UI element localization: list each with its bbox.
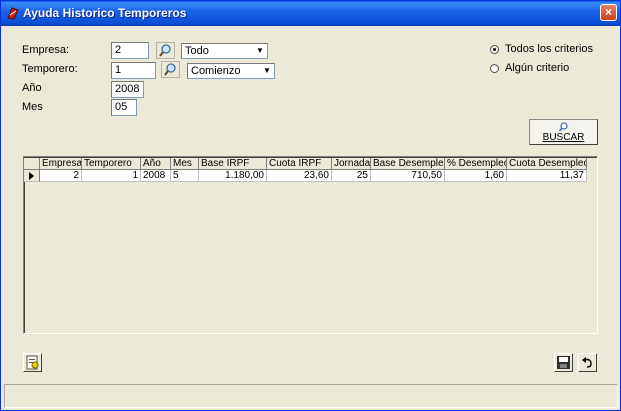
main-window: Ayuda Historico Temporeros × Empresa: 2 … — [0, 0, 621, 411]
grid-cell[interactable]: 11,37 — [507, 170, 587, 182]
empresa-input[interactable]: 2 — [111, 42, 149, 59]
temporero-filter-select[interactable]: Comienzo ▼ — [187, 63, 275, 79]
radio-algun-label: Algún criterio — [505, 62, 570, 74]
window-title: Ayuda Historico Temporeros — [23, 6, 187, 20]
chevron-down-icon[interactable]: ▼ — [261, 65, 273, 77]
grid-header-cell[interactable]: Cuota IRPF — [267, 158, 332, 170]
table-row[interactable]: 2 1 2008 5 1.180,00 23,60 25 710,50 1,60… — [24, 170, 587, 182]
grid-cell[interactable]: 1.180,00 — [199, 170, 267, 182]
help-button[interactable] — [23, 353, 42, 372]
radio-algun-criterio[interactable]: Algún criterio — [490, 62, 569, 74]
magnifier-icon — [164, 63, 176, 76]
magnifier-icon — [558, 122, 568, 132]
radio-todos-label: Todos los criterios — [505, 43, 594, 55]
mes-input[interactable]: 05 — [111, 99, 137, 116]
temporero-search-button[interactable] — [161, 61, 180, 78]
grid-cell[interactable]: 23,60 — [267, 170, 332, 182]
grid-header-row: Empresa Temporero Año Mes Base IRPF Cuot… — [24, 158, 587, 170]
close-button[interactable]: × — [600, 4, 617, 21]
temporero-label: Temporero: — [22, 63, 78, 75]
buscar-label: BUSCAR — [542, 132, 585, 143]
grid-header-indicator — [24, 158, 40, 170]
results-grid[interactable]: Empresa Temporero Año Mes Base IRPF Cuot… — [23, 156, 598, 334]
undo-button[interactable] — [578, 353, 597, 372]
grid-header-cell[interactable]: Base IRPF — [199, 158, 267, 170]
radio-selected-icon[interactable] — [490, 44, 499, 54]
empresa-search-button[interactable] — [156, 42, 175, 59]
grid-cell[interactable]: 1 — [82, 170, 141, 182]
anio-label: Año — [22, 82, 42, 94]
grid-cell[interactable]: 1,60 — [445, 170, 507, 182]
grid-cell[interactable]: 5 — [171, 170, 199, 182]
anio-input[interactable]: 2008 — [111, 81, 144, 98]
grid-cell[interactable]: 2008 — [141, 170, 171, 182]
grid-header-cell[interactable]: Base Desempleo — [371, 158, 445, 170]
undo-arrow-icon — [582, 357, 592, 368]
chevron-down-icon[interactable]: ▼ — [254, 45, 266, 57]
grid-header-cell[interactable]: Jornadas — [332, 158, 371, 170]
close-icon: × — [604, 5, 612, 19]
empresa-filter-select[interactable]: Todo ▼ — [181, 43, 268, 59]
row-pointer-icon — [29, 172, 34, 180]
grid-header-cell[interactable]: Temporero — [82, 158, 141, 170]
grid-header-cell[interactable]: Empresa — [40, 158, 82, 170]
help-document-icon — [26, 355, 39, 370]
grid-cell[interactable]: 710,50 — [371, 170, 445, 182]
temporero-filter-value: Comienzo — [191, 65, 241, 77]
app-icon — [7, 7, 19, 20]
grid-header-cell[interactable]: % Desempleo — [445, 158, 507, 170]
row-indicator[interactable] — [24, 170, 40, 182]
temporero-input[interactable]: 1 — [111, 62, 156, 79]
radio-unselected-icon[interactable] — [490, 63, 499, 73]
grid-header-cell[interactable]: Año — [141, 158, 171, 170]
magnifier-icon — [159, 44, 171, 57]
radio-todos-criterios[interactable]: Todos los criterios — [490, 43, 593, 55]
save-button[interactable] — [554, 353, 573, 372]
buscar-button[interactable]: BUSCAR — [529, 119, 598, 145]
grid-cell[interactable]: 25 — [332, 170, 371, 182]
grid-header-cell[interactable]: Cuota Desempleo — [507, 158, 587, 170]
save-disk-icon — [557, 356, 570, 369]
empresa-filter-value: Todo — [185, 45, 209, 57]
status-bar — [4, 384, 618, 408]
mes-label: Mes — [22, 101, 43, 113]
empresa-label: Empresa: — [22, 44, 70, 56]
grid-header-cell[interactable]: Mes — [171, 158, 199, 170]
grid-cell[interactable]: 2 — [40, 170, 82, 182]
title-bar[interactable]: Ayuda Historico Temporeros × — [1, 1, 620, 26]
